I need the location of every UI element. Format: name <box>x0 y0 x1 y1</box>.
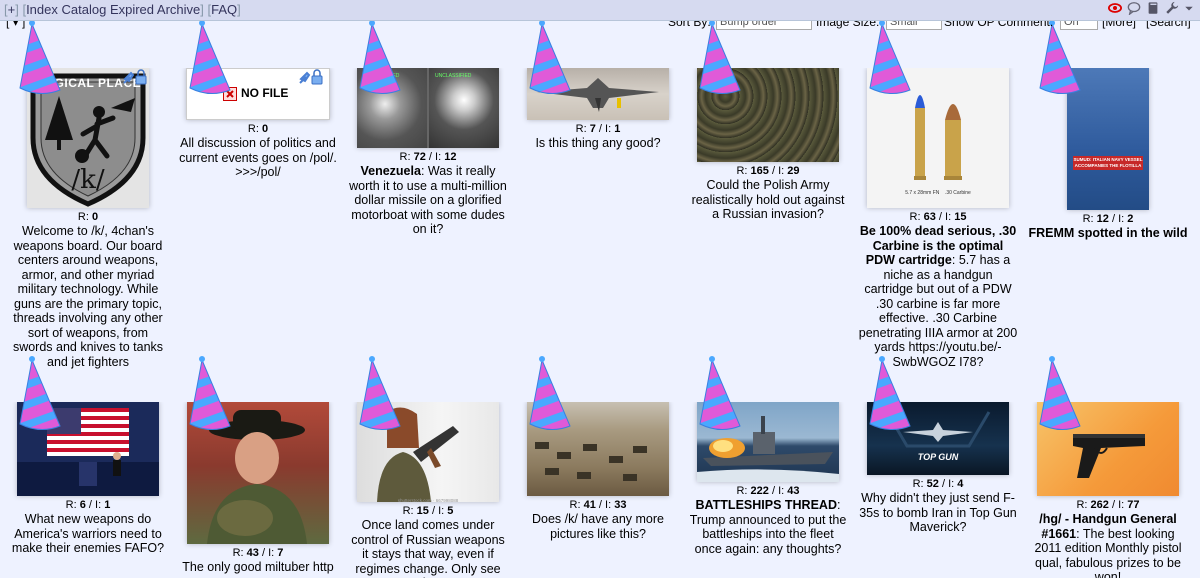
book-icon[interactable] <box>1146 1 1160 15</box>
image-count: 5 <box>447 505 454 517</box>
reply-count: 12 <box>1096 213 1109 225</box>
reply-count: 0 <box>261 123 269 135</box>
thread-subject: BATTLESHIPS THREAD <box>695 498 837 512</box>
thread-stats: R: 43 / I: 7 <box>232 547 284 559</box>
reply-count: 52 <box>926 478 939 490</box>
image-count: 15 <box>954 211 967 223</box>
party-hat-icon <box>529 356 571 430</box>
top-nav-bar: [+] [Index Catalog Expired Archive] [FAQ… <box>0 0 1200 21</box>
reply-count: 0 <box>91 211 99 223</box>
catalog-thread: 5.7 x 28mm FN .30 Carbine R: 63 / I: 15 … <box>858 68 1018 374</box>
thread-teaser: What new weapons do America's warriors n… <box>11 512 165 555</box>
reply-count: 165 <box>750 165 769 177</box>
thread-stats: R: 12 / I: 2 <box>1082 213 1134 225</box>
image-count: 33 <box>614 499 627 511</box>
image-count: 77 <box>1127 499 1140 511</box>
thread-teaser: Does /k/ have any more pictures like thi… <box>531 512 664 541</box>
image-count: 7 <box>277 547 284 559</box>
sticky-lock-icon <box>299 69 323 85</box>
thread-teaser: /hg/ - Handgun General #1661: The best l… <box>1028 512 1188 578</box>
thread-teaser: Welcome to /k/, 4chan's weapons board. O… <box>12 224 164 369</box>
reply-count: 7 <box>589 123 596 135</box>
thread-stats: R: 165 / I: 29 <box>736 165 800 177</box>
image-count: 1 <box>104 499 111 511</box>
thumb-caption-2: UNCLASSIFIED <box>435 73 472 79</box>
thread-teaser: Is this thing any good? <box>535 136 661 150</box>
thumb-watermark: shutterstock.com · 667998088 <box>397 498 459 502</box>
image-count: 1 <box>614 123 621 135</box>
reply-count: 72 <box>413 151 426 163</box>
party-hat-icon <box>699 356 741 430</box>
catalog-thread: /k/ MAGICAL PLACE R: 0 Welcome to /k/, 4… <box>8 68 168 374</box>
thread-stats: R: 7 / I: 1 <box>575 123 621 135</box>
party-hat-icon <box>1039 356 1081 430</box>
image-count: 29 <box>787 165 800 177</box>
thread-teaser: FREMM spotted in the wild <box>1028 226 1188 241</box>
speech-bubble-icon[interactable] <box>1127 1 1141 15</box>
thread-stats: R: 72 / I: 12 <box>399 151 457 163</box>
thread-stats: R: 41 / I: 33 <box>569 499 627 511</box>
thread-stats: R: 0 <box>77 211 99 223</box>
thread-teaser: Why didn't they just send F-35s to bomb … <box>859 491 1017 534</box>
thread-subject: Venezuela <box>360 164 421 178</box>
thread-stats: R: 15 / I: 5 <box>402 505 454 517</box>
eye-icon[interactable] <box>1108 1 1122 15</box>
reply-count: 262 <box>1090 499 1109 511</box>
thread-teaser: Venezuela: Was it really worth it to use… <box>349 164 507 236</box>
reply-count: 15 <box>416 505 429 517</box>
thread-stats: R: 6 / I: 1 <box>65 499 111 511</box>
thread-stats: R: 0 <box>247 123 269 135</box>
party-hat-icon <box>19 356 61 430</box>
thread-teaser: Could the Polish Army realistically hold… <box>691 178 845 221</box>
image-count: 43 <box>787 485 800 497</box>
party-hat-icon <box>189 356 231 430</box>
thread-teaser-text: 5.7 has a niche as a handgun cartridge b… <box>858 253 1018 369</box>
party-hat-icon <box>869 356 911 430</box>
reply-count: 6 <box>79 499 86 511</box>
chevron-down-icon[interactable] <box>1184 1 1194 15</box>
thumb-caption: SUMUD: ITALIAN NAVY VESSEL ACCOMPANIES T… <box>1073 156 1143 170</box>
sticky-lock-icon <box>123 69 147 85</box>
no-file-text: NO FILE <box>241 86 289 100</box>
reply-count: 41 <box>583 499 596 511</box>
image-count: 4 <box>957 478 964 490</box>
nav-index[interactable]: Index <box>26 2 58 17</box>
thread-stats: R: 63 / I: 15 <box>909 211 967 223</box>
thread-stats: R: 262 / I: 77 <box>1076 499 1140 511</box>
thread-teaser: BATTLESHIPS THREAD: Trump announced to p… <box>689 498 847 556</box>
nav-expired[interactable]: Expired <box>110 2 154 17</box>
nav-catalog[interactable]: Catalog <box>62 2 107 17</box>
nav-archive[interactable]: Archive <box>157 2 200 17</box>
thread-teaser: The only good miltuber http <box>182 560 334 574</box>
thumb-title: TOP GUN <box>917 452 959 462</box>
thread-teaser: All discussion of politics and current e… <box>179 136 337 179</box>
nav-faq[interactable]: FAQ <box>211 2 237 17</box>
reply-count: 43 <box>246 547 259 559</box>
thread-teaser-text: Trump announced to put the battleships i… <box>689 512 847 556</box>
thread-stats: R: 52 / I: 4 <box>912 478 964 490</box>
wrench-icon[interactable] <box>1165 1 1179 15</box>
expand-link[interactable]: + <box>8 2 16 17</box>
thumb-caption: 5.7 x 28mm FN .30 Carbine <box>905 190 971 196</box>
reply-count: 222 <box>750 485 769 497</box>
thread-teaser: Once land comes under control of Russian… <box>351 518 505 578</box>
party-hat-icon <box>359 356 401 430</box>
image-count: 2 <box>1127 213 1134 225</box>
thread-stats: R: 222 / I: 43 <box>736 485 800 497</box>
thread-subject: FREMM spotted in the wild <box>1028 226 1188 240</box>
reply-count: 63 <box>923 211 936 223</box>
image-count: 12 <box>444 151 457 163</box>
thread-teaser: Be 100% dead serious, .30 Carbine is the… <box>858 224 1018 369</box>
thumb-logo-text: /k/ <box>71 165 105 195</box>
